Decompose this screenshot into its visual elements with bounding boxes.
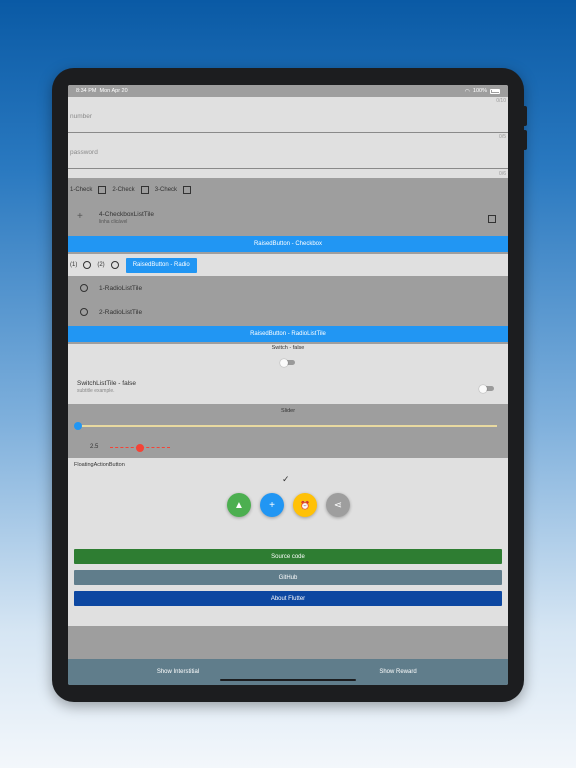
switch-label: Switch - false bbox=[271, 345, 305, 351]
switch-thumb bbox=[280, 358, 288, 367]
raised-button-radio[interactable]: RaisedButton - Radio bbox=[125, 257, 197, 273]
password-placeholder: password bbox=[70, 149, 98, 156]
switch-tile-subtitle: subtitle example. bbox=[77, 388, 115, 394]
number-field[interactable]: 0/10 number bbox=[68, 97, 508, 133]
status-bar: 8:34 PM Mon Apr 20 ◠ 100% bbox=[68, 85, 508, 97]
slider-value-label: 2.5 bbox=[90, 444, 99, 450]
share-icon[interactable]: ⋖ bbox=[326, 493, 350, 517]
radio-2[interactable] bbox=[110, 261, 119, 269]
about-flutter-button[interactable]: About Flutter bbox=[74, 591, 502, 606]
radio-1[interactable] bbox=[83, 261, 92, 269]
radio-2-label: (2) bbox=[97, 262, 105, 268]
number-counter: 0/10 bbox=[496, 98, 506, 104]
number-placeholder: number bbox=[70, 113, 93, 120]
navigation-icon[interactable]: ▲ bbox=[227, 493, 251, 517]
slider-thumb[interactable] bbox=[74, 422, 82, 430]
check-2-box[interactable] bbox=[140, 186, 149, 194]
radio-tile-1-radio[interactable] bbox=[80, 284, 88, 292]
radio-1-label: (1) bbox=[70, 262, 78, 268]
small-slider-track[interactable] bbox=[110, 443, 170, 452]
password-counter: 0/5 bbox=[499, 134, 506, 140]
slider-track[interactable] bbox=[74, 422, 497, 430]
third-counter: 0/6 bbox=[499, 171, 506, 177]
fab-section: FloatingActionButton ✓ ▲ + ⏰ ⋖ Source co… bbox=[68, 458, 508, 626]
radio-tile-1[interactable]: 1-RadioListTile bbox=[80, 284, 142, 292]
switch-section: Switch - false bbox=[68, 344, 508, 374]
add-fab-icon[interactable]: + bbox=[260, 493, 284, 517]
check-1-box[interactable] bbox=[98, 186, 107, 194]
password-field[interactable]: 0/5 password bbox=[68, 133, 508, 169]
checkbox-row: 1-Check 2-Check 3-Check bbox=[68, 178, 508, 202]
bottom-bar: Show Interstitial Show Reward bbox=[68, 659, 508, 685]
checkbox-tile-title: 4-CheckboxListTile bbox=[99, 211, 155, 218]
status-date: Mon Apr 20 bbox=[99, 88, 128, 94]
battery-icon bbox=[490, 88, 500, 94]
switch-tile-toggle[interactable] bbox=[479, 384, 494, 393]
switch-tile-thumb bbox=[479, 384, 487, 393]
wifi-icon: ◠ bbox=[464, 88, 470, 95]
raised-button-checkbox[interactable]: RaisedButton - Checkbox bbox=[68, 236, 508, 252]
source-code-button[interactable]: Source code bbox=[74, 549, 502, 564]
switch-tile-title: SwitchListTile - false bbox=[77, 380, 136, 387]
github-button[interactable]: GitHub bbox=[74, 570, 502, 585]
slider-label: Slider bbox=[280, 408, 296, 414]
radio-tile-2-radio[interactable] bbox=[80, 308, 88, 316]
radio-tile-2-label: 2-RadioListTile bbox=[99, 308, 143, 316]
text-fields: 0/10 number 0/5 password 0/6 bbox=[68, 97, 508, 178]
status-time: 8:34 PM bbox=[76, 88, 97, 94]
alarm-icon[interactable]: ⏰ bbox=[293, 493, 317, 517]
checkbox-list-tile[interactable]: + 4-CheckboxListTile linha clicável bbox=[68, 202, 508, 236]
check-icon: ✓ bbox=[282, 474, 290, 484]
show-reward-button[interactable]: Show Reward bbox=[288, 669, 508, 675]
check-3-label: 3-Check bbox=[154, 187, 178, 193]
raised-button-radio-list-tile[interactable]: RaisedButton - RadioListTile bbox=[68, 326, 508, 342]
home-indicator bbox=[220, 678, 356, 681]
volume-down-button bbox=[523, 130, 527, 150]
switch-toggle[interactable] bbox=[280, 358, 295, 367]
small-slider-thumb[interactable] bbox=[136, 443, 144, 452]
volume-up-button bbox=[523, 106, 527, 126]
radio-tile-2[interactable]: 2-RadioListTile bbox=[80, 308, 142, 316]
check-3-box[interactable] bbox=[183, 186, 192, 194]
show-interstitial-button[interactable]: Show Interstitial bbox=[68, 669, 288, 675]
battery-percent: 100% bbox=[472, 88, 487, 94]
check-1-label: 1-Check bbox=[70, 187, 93, 193]
check-2-label: 2-Check bbox=[112, 187, 135, 193]
radio-list-tiles: 1-RadioListTile 2-RadioListTile bbox=[68, 276, 508, 326]
checkbox-tile-subtitle: linha clicável bbox=[99, 219, 128, 225]
switch-list-tile[interactable]: SwitchListTile - false subtitle example. bbox=[68, 374, 508, 404]
fab-title: FloatingActionButton bbox=[74, 462, 125, 468]
radio-tile-1-label: 1-RadioListTile bbox=[99, 284, 143, 292]
third-field[interactable]: 0/6 bbox=[68, 169, 508, 178]
checkbox-tile-box[interactable] bbox=[488, 215, 496, 223]
add-icon: + bbox=[77, 211, 83, 222]
slider-section: Slider 2.5 bbox=[68, 404, 508, 458]
app-screen: 8:34 PM Mon Apr 20 ◠ 100% 0/10 number 0/… bbox=[68, 85, 508, 685]
radio-row: (1) (2) RaisedButton - Radio bbox=[68, 254, 508, 276]
